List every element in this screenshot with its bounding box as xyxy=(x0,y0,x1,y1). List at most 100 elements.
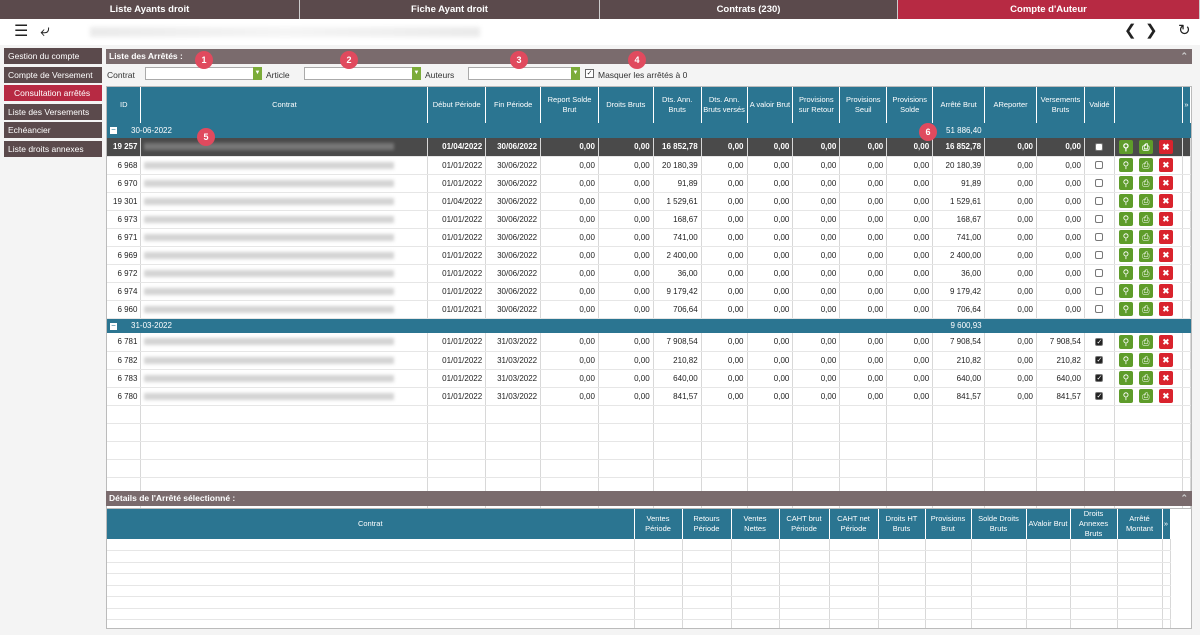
print-icon[interactable]: ⎙ xyxy=(1138,266,1153,280)
trash-icon[interactable]: ✖ xyxy=(1158,284,1173,298)
trash-icon[interactable]: ✖ xyxy=(1158,212,1173,226)
search-icon[interactable]: ⚲ xyxy=(1118,284,1133,298)
print-icon[interactable]: ⎙ xyxy=(1138,248,1153,262)
column-header[interactable]: AReporter xyxy=(984,87,1037,123)
column-header[interactable]: Validé xyxy=(1084,87,1115,123)
trash-icon[interactable]: ✖ xyxy=(1158,389,1173,403)
valide-checkbox[interactable] xyxy=(1095,287,1104,296)
group-label[interactable]: − 30-06-2022 xyxy=(107,123,428,138)
valide-checkbox[interactable]: ✓ xyxy=(1095,356,1104,365)
column-header[interactable]: Dts. Ann. Bruts xyxy=(653,87,702,123)
masquer-checkbox[interactable]: ✓ xyxy=(585,69,594,78)
trash-icon[interactable]: ✖ xyxy=(1158,248,1173,262)
tab-1[interactable]: Liste Ayants droit xyxy=(0,0,300,19)
trash-icon[interactable]: ✖ xyxy=(1158,266,1173,280)
column-header[interactable]: Début Période xyxy=(427,87,487,123)
table-row[interactable]: 19 301 01/04/2022 30/06/2022 0,00 0,00 1 529,… xyxy=(107,192,1191,211)
trash-icon[interactable]: ✖ xyxy=(1158,371,1173,385)
table-row[interactable]: 6 968 01/01/2022 30/06/2022 0,00 0,00 20 180,… xyxy=(107,156,1191,175)
details-column-header[interactable]: Ventes Nettes xyxy=(731,509,780,539)
collapse-icon[interactable]: ⌃ xyxy=(1180,491,1188,506)
valide-checkbox[interactable] xyxy=(1095,233,1104,242)
column-header[interactable]: A valoir Brut xyxy=(747,87,794,123)
table-row[interactable]: 6 973 01/01/2022 30/06/2022 0,00 0,00 168,67 0… xyxy=(107,210,1191,229)
dropdown-arrow-icon[interactable]: ▼ xyxy=(253,67,262,80)
sidebar-item[interactable]: Liste des Versements xyxy=(4,103,102,120)
details-column-header[interactable]: CAHT brut Période xyxy=(779,509,830,539)
article-select[interactable]: ▼ xyxy=(304,67,421,80)
collapse-icon[interactable]: ⌃ xyxy=(1180,49,1188,64)
tab-3[interactable]: Contrats (230) xyxy=(600,0,898,19)
column-header[interactable]: ID xyxy=(107,87,142,123)
valide-checkbox[interactable]: ✓ xyxy=(1095,374,1104,383)
column-header[interactable]: Provisions Seuil xyxy=(839,87,888,123)
print-icon[interactable]: ⎙ xyxy=(1138,139,1153,154)
print-icon[interactable]: ⎙ xyxy=(1138,284,1153,298)
details-column-header[interactable]: Droits Annexes Bruts xyxy=(1070,509,1118,539)
print-icon[interactable]: ⎙ xyxy=(1138,230,1153,244)
search-icon[interactable]: ⚲ xyxy=(1118,371,1133,385)
details-column-header[interactable]: Solde Droits Bruts xyxy=(971,509,1027,539)
table-row[interactable]: 6 971 01/01/2022 30/06/2022 0,00 0,00 741,00 0… xyxy=(107,228,1191,247)
back-arrow-icon[interactable]: ⤶ xyxy=(40,22,50,39)
search-icon[interactable]: ⚲ xyxy=(1118,302,1133,316)
print-icon[interactable]: ⎙ xyxy=(1138,371,1153,385)
group-row[interactable]: − 30-06-2022 51 886,40 xyxy=(107,123,1191,138)
table-row[interactable]: 6 969 01/01/2022 30/06/2022 0,00 0,00 2 400,0… xyxy=(107,246,1191,265)
search-icon[interactable]: ⚲ xyxy=(1118,334,1133,349)
search-icon[interactable]: ⚲ xyxy=(1118,158,1133,172)
column-header[interactable]: Dts. Ann. Bruts versés xyxy=(701,87,748,123)
search-icon[interactable]: ⚲ xyxy=(1118,176,1133,190)
refresh-icon[interactable]: ↻ xyxy=(1178,23,1191,39)
valide-checkbox[interactable] xyxy=(1095,197,1104,206)
collapse-group-icon[interactable]: − xyxy=(110,321,117,330)
trash-icon[interactable]: ✖ xyxy=(1158,353,1173,367)
tab-4[interactable]: Compte d'Auteur xyxy=(898,0,1200,19)
trash-icon[interactable]: ✖ xyxy=(1158,139,1173,154)
search-icon[interactable]: ⚲ xyxy=(1118,353,1133,367)
sidebar-item[interactable]: Gestion du compte xyxy=(4,48,102,64)
column-header[interactable]: Report Solde Brut xyxy=(540,87,599,123)
valide-checkbox[interactable] xyxy=(1095,269,1104,278)
chevron-left-icon[interactable]: ❮ xyxy=(1124,23,1137,39)
hamburger-icon[interactable]: ☰ xyxy=(14,24,28,40)
sidebar-item[interactable]: Consultation arrêtés xyxy=(4,85,102,102)
valide-checkbox[interactable] xyxy=(1095,161,1104,170)
expand-columns-icon[interactable]: » xyxy=(1162,509,1171,539)
sidebar-item[interactable]: Compte de Versement xyxy=(4,66,102,83)
trash-icon[interactable]: ✖ xyxy=(1158,230,1173,244)
search-icon[interactable]: ⚲ xyxy=(1118,389,1133,403)
search-icon[interactable]: ⚲ xyxy=(1118,194,1133,208)
details-column-header[interactable]: Retours Période xyxy=(682,509,732,539)
dropdown-arrow-icon[interactable]: ▼ xyxy=(412,67,421,80)
group-label[interactable]: − 31-03-2022 xyxy=(107,318,428,333)
column-header[interactable]: Droits Bruts xyxy=(598,87,654,123)
print-icon[interactable]: ⎙ xyxy=(1138,389,1153,403)
valide-checkbox[interactable] xyxy=(1095,215,1104,224)
details-column-header[interactable]: Droits HT Bruts xyxy=(878,509,926,539)
search-icon[interactable]: ⚲ xyxy=(1118,230,1133,244)
collapse-group-icon[interactable]: − xyxy=(110,126,117,135)
trash-icon[interactable]: ✖ xyxy=(1158,194,1173,208)
column-header[interactable]: Provisions Solde xyxy=(886,87,934,123)
valide-checkbox[interactable] xyxy=(1095,251,1104,260)
details-column-header[interactable]: Contrat xyxy=(107,509,635,539)
search-icon[interactable]: ⚲ xyxy=(1118,248,1133,262)
print-icon[interactable]: ⎙ xyxy=(1138,302,1153,316)
search-icon[interactable]: ⚲ xyxy=(1118,212,1133,226)
valide-checkbox[interactable]: ✓ xyxy=(1095,338,1104,347)
group-row[interactable]: − 31-03-2022 9 600,93 xyxy=(107,318,1191,333)
print-icon[interactable]: ⎙ xyxy=(1138,353,1153,367)
trash-icon[interactable]: ✖ xyxy=(1158,158,1173,172)
table-row[interactable]: 6 960 01/01/2021 30/06/2022 0,00 0,00 706,64 0… xyxy=(107,300,1191,319)
valide-checkbox[interactable] xyxy=(1095,143,1104,152)
details-column-header[interactable]: CAHT net Période xyxy=(829,509,879,539)
tab-2[interactable]: Fiche Ayant droit xyxy=(300,0,600,19)
details-column-header[interactable]: Arrêté Montant xyxy=(1117,509,1163,539)
print-icon[interactable]: ⎙ xyxy=(1138,158,1153,172)
chevron-right-icon[interactable]: ❯ xyxy=(1145,23,1158,39)
trash-icon[interactable]: ✖ xyxy=(1158,334,1173,349)
table-row[interactable]: 6 974 01/01/2022 30/06/2022 0,00 0,00 9 179,4… xyxy=(107,282,1191,301)
expand-columns-icon[interactable]: » xyxy=(1182,87,1191,123)
table-row[interactable]: 19 257 01/04/2022 30/06/2022 0,00 0,00 16 852… xyxy=(107,138,1191,157)
